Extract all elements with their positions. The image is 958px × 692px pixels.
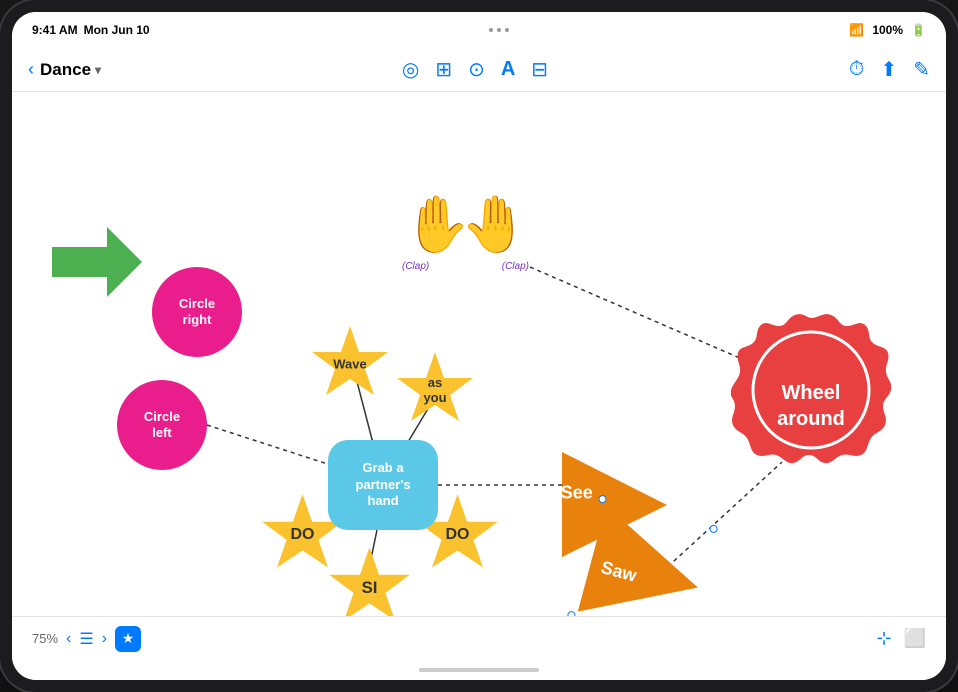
wave-shape[interactable]: Wave (310, 324, 390, 404)
ipad-frame: 9:41 AM Mon Jun 10 📶 100% 🔋 ‹ Danc (0, 0, 958, 692)
toolbar-center: ◎ ⊞ ⊙ A ⊟ (402, 57, 548, 82)
wifi-icon: 📶 (849, 23, 864, 37)
arrange-icon[interactable]: ⊹ (876, 628, 891, 649)
time: 9:41 AM (32, 23, 78, 37)
screen: 9:41 AM Mon Jun 10 📶 100% 🔋 ‹ Danc (12, 12, 946, 680)
dot3 (505, 28, 509, 32)
home-bar (419, 668, 539, 672)
image-tool-icon[interactable]: ⊟ (531, 57, 548, 82)
folder-tool-icon[interactable]: ⊙ (468, 57, 485, 82)
see-label: See (561, 483, 593, 503)
clap-left-label: (Clap) (402, 261, 429, 272)
text-tool-icon[interactable]: A (501, 58, 515, 81)
do-right-label: DO (446, 526, 470, 544)
canvas[interactable]: 🤚 (Clap) 🤚 (Clap) Circle right Circle le… (12, 92, 946, 616)
home-indicator (12, 660, 946, 680)
back-button[interactable]: ‹ (28, 59, 34, 80)
dot2 (497, 28, 501, 32)
status-bar: 9:41 AM Mon Jun 10 📶 100% 🔋 (12, 12, 946, 48)
wave-label: Wave (333, 357, 366, 372)
clap-right-label: (Clap) (502, 261, 529, 272)
back-chevron-icon: ‹ (28, 59, 34, 80)
nav-next-button[interactable]: › (102, 630, 107, 648)
center-node-shape[interactable]: Grab a partner's hand (328, 440, 438, 530)
nav-list-button[interactable]: ☰ (79, 629, 93, 649)
circle-left-shape[interactable]: Circle left (117, 380, 207, 470)
bottom-right: ⊹ ⬜ (876, 628, 926, 649)
star-icon: ★ (122, 630, 135, 647)
wheel-around-label: Wheel around (777, 382, 845, 430)
edit-icon[interactable]: ✎ (913, 57, 930, 82)
do-left-label: DO (291, 526, 315, 544)
toolbar-right: ⏱ ⬆ ✎ (849, 57, 930, 82)
battery-label: 100% (872, 23, 903, 37)
status-left: 9:41 AM Mon Jun 10 (32, 23, 150, 37)
shape-tool-icon[interactable]: ◎ (402, 57, 419, 82)
zoom-level: 75% (32, 631, 58, 646)
share-icon[interactable]: ⬆ (880, 57, 897, 82)
fullscreen-icon[interactable]: ⬜ (904, 628, 926, 649)
dot1 (489, 28, 493, 32)
date-display: Mon Jun 10 (84, 23, 150, 37)
circle-right-label: Circle right (179, 296, 215, 327)
bottom-left: 75% ‹ ☰ › ★ (32, 626, 141, 652)
center-node-label: Grab a partner's hand (355, 460, 410, 511)
bottom-bar: 75% ‹ ☰ › ★ ⊹ ⬜ (12, 616, 946, 660)
title-chevron-icon: ▾ (95, 63, 101, 77)
si-shape[interactable]: SI (327, 545, 412, 616)
battery-icon: 🔋 (911, 23, 926, 37)
status-right: 📶 100% 🔋 (849, 23, 926, 37)
as-you-label: as you (423, 375, 446, 405)
circle-left-label: Circle left (144, 409, 180, 440)
toolbar-left: ‹ Dance ▾ (28, 59, 101, 80)
clap-hands-shape[interactable]: 🤚 (Clap) 🤚 (Clap) (402, 192, 529, 257)
circle-right-shape[interactable]: Circle right (152, 267, 242, 357)
wheel-around-shape[interactable]: Wheel around (731, 310, 891, 475)
clock-icon[interactable]: ⏱ (849, 58, 865, 81)
green-arrow-shape[interactable] (52, 222, 142, 307)
toolbar: ‹ Dance ▾ ◎ ⊞ ⊙ A ⊟ ⏱ ⬆ ✎ (12, 48, 946, 92)
nav-prev-button[interactable]: ‹ (66, 630, 71, 648)
hand-right-icon: 🤚 (460, 192, 528, 257)
status-center (489, 28, 509, 32)
star-button[interactable]: ★ (115, 626, 141, 652)
si-label: SI (361, 578, 377, 598)
as-you-shape[interactable]: as you (395, 350, 475, 430)
table-tool-icon[interactable]: ⊞ (435, 57, 452, 82)
document-title[interactable]: Dance ▾ (40, 60, 101, 80)
